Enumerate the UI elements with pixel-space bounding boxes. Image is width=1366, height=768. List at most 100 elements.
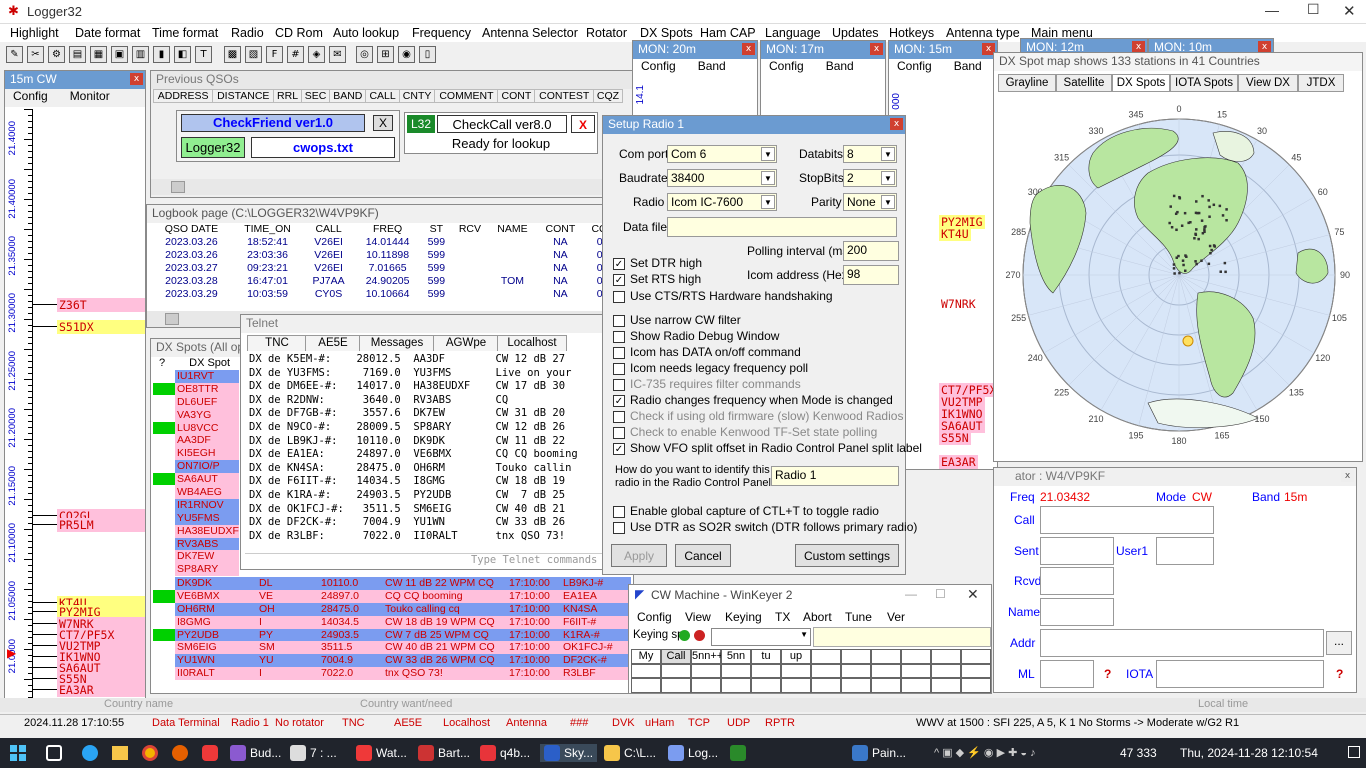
logbook-row[interactable]: 2023.03.2709:23:21V26EI7.01665599NA08 [151,261,621,274]
checkfriend-close-button[interactable]: X [373,115,393,131]
stopbits-select[interactable]: 2 ▼ [843,169,897,187]
map-tab-grayline[interactable]: Grayline [998,74,1056,92]
scrollbar[interactable] [151,179,633,195]
close-icon[interactable]: x [1341,470,1354,482]
mon15-spot[interactable]: KT4U [939,227,971,241]
dxspot-wide-row[interactable]: PY2UDB PY 24903.5 CW 7 dB 25 WPM CQ 17:10:00… [153,628,631,642]
dxspot-row[interactable]: ON7IO/P [153,460,239,474]
cw-minimize-button[interactable]: — [905,587,917,601]
cw-macro-empty[interactable] [931,663,961,678]
telnet-tab-ae5e[interactable]: AE5E [305,335,361,351]
map-tab-jtdx[interactable]: JTDX [1298,74,1344,92]
toolbar-icon-16[interactable]: ✉ [329,45,346,63]
toolbar-icon-11[interactable]: ▩ [224,45,241,63]
setup-checkbox-2[interactable]: Use CTS/RTS Hardware handshaking [613,289,833,303]
logbook-col[interactable]: RCV [451,223,489,235]
setup-checkbox-3[interactable]: Use narrow CW filter [613,313,741,327]
icom-address-input[interactable]: 98 [843,265,899,285]
cw-macro-empty[interactable] [691,678,721,693]
checkbox-icon[interactable] [613,410,625,423]
dxspot-row[interactable]: LU8VCC [153,421,239,435]
cw-macro-empty[interactable] [811,649,841,664]
prevqsos-col[interactable]: CNTY [398,89,436,103]
menu-config[interactable]: Config [13,89,48,103]
tray-icons[interactable]: ^ ▣ ◆ ⚡ ◉ ▶ ✚ ◒ ♪ [934,746,1036,759]
setup-checkbox-6[interactable]: Icom needs legacy frequency poll [613,361,808,375]
cw-macro-empty[interactable] [901,663,931,678]
checkbox-icon[interactable] [613,378,625,391]
menu-cd-rom[interactable]: CD Rom [275,26,323,40]
toolbar-icon-10[interactable]: T [195,45,212,63]
toolbar-icon-15[interactable]: ◈ [308,45,325,63]
dxspot-row[interactable]: SP8ARY [153,563,239,577]
map-tab-iota-spots[interactable]: IOTA Spots [1170,74,1238,92]
checkbox-icon[interactable]: ✓ [613,442,625,455]
cw-macro-empty[interactable] [841,678,871,693]
datafile-input[interactable] [667,217,897,237]
cw-macro-empty[interactable] [931,678,961,693]
rcvd-input[interactable] [1040,567,1114,595]
prevqsos-col[interactable]: BAND [329,89,367,103]
cw-macro-empty[interactable] [721,663,751,678]
menu-band[interactable]: Band [954,59,982,73]
menu-time-format[interactable]: Time format [152,26,218,40]
dxspot-row[interactable]: YU5FMS [153,511,239,525]
dxspot-wide-row[interactable]: VE6BMX VE 24897.0 CQ CQ booming 17:10:00 EA1E… [153,589,631,603]
cw-macro-empty[interactable] [781,678,811,693]
setup-checkbox-11[interactable]: ✓ Show VFO split offset in Radio Control … [613,441,922,455]
toolbar-icon-2[interactable]: ✂ [27,45,44,63]
cw-menu-abort[interactable]: Abort [803,610,832,624]
checkbox-icon[interactable]: ✓ [613,273,625,286]
explorer-icon[interactable] [112,746,128,760]
maximize-button[interactable]: ☐ [1307,2,1320,18]
toolbar-icon-14[interactable]: # [287,45,304,63]
telnet-command-input[interactable]: Type Telnet commands here [245,553,629,567]
keying-speed-select[interactable]: ▼ [711,628,811,646]
status-antenna[interactable]: Antenna [506,717,547,729]
cw-maximize-button[interactable]: ☐ [935,587,946,601]
sent-input[interactable] [1040,537,1114,565]
cw-macro-empty[interactable] [931,649,961,664]
identify-input[interactable]: Radio 1 [771,466,899,486]
dxspot-row[interactable]: DK7EW [153,550,239,564]
custom-settings-button[interactable]: Custom settings [795,544,899,567]
map-tab-view-dx[interactable]: View DX [1238,74,1298,92]
taskbar-app-3[interactable]: Bart... [418,744,470,762]
dxspot-row[interactable]: KI5EGH [153,447,239,461]
status-no-rotator[interactable]: No rotator [275,717,324,729]
cw-macro-empty[interactable] [901,678,931,693]
cw-macro-empty[interactable] [811,663,841,678]
taskbar-app-4[interactable]: q4b... [480,744,530,762]
cw-macro-empty[interactable] [871,678,901,693]
cw-menu-config[interactable]: Config [637,610,672,624]
checkcall-close-button[interactable]: X [571,115,595,133]
menu-auto-lookup[interactable]: Auto lookup [333,26,399,40]
logbook-row[interactable]: 2023.03.2910:03:59CY0S10.10664599NA05 [151,287,621,300]
polling-input[interactable]: 200 [843,241,899,261]
bandmap-spot[interactable]: Z36T [57,298,145,312]
cw-macro-empty[interactable] [871,649,901,664]
menu-band[interactable]: Band [698,59,726,73]
menu-language[interactable]: Language [765,26,821,40]
toolbar-icon-9[interactable]: ◧ [174,45,191,63]
edge-icon[interactable] [82,745,98,761]
toolbar-icon-5[interactable]: ▦ [90,45,107,63]
setup-checkbox-9[interactable]: Check if using old firmware (slow) Kenwo… [613,409,903,423]
setup-checkbox-10[interactable]: Check to enable Kenwood TF-Set state pol… [613,425,877,439]
status-radio-1[interactable]: Radio 1 [231,717,269,729]
user1-input[interactable] [1156,537,1214,565]
comport-select[interactable]: Com 6 ▼ [667,145,777,163]
dxspot-wide-row[interactable]: SM6EIG SM 3511.5 CW 40 dB 21 WPM CQ 17:10:00… [153,641,631,655]
parity-select[interactable]: None ▼ [843,193,897,211]
cw-macro-button[interactable]: My [631,649,661,664]
dxspot-row[interactable]: SA6AUT [153,473,239,487]
menu-band[interactable]: Band [826,59,854,73]
vivaldi-icon[interactable] [202,745,218,761]
cw-macro-button[interactable]: 5nn++ [691,649,723,664]
menu-highlight[interactable]: Highlight [10,26,59,40]
prevqsos-col[interactable]: DISTANCE [212,89,275,103]
toolbar-icon-12[interactable]: ▧ [245,45,262,63]
prevqsos-col[interactable]: CONT [497,89,536,103]
status-ae5e[interactable]: AE5E [394,717,422,729]
cw-macro-empty[interactable] [721,678,751,693]
